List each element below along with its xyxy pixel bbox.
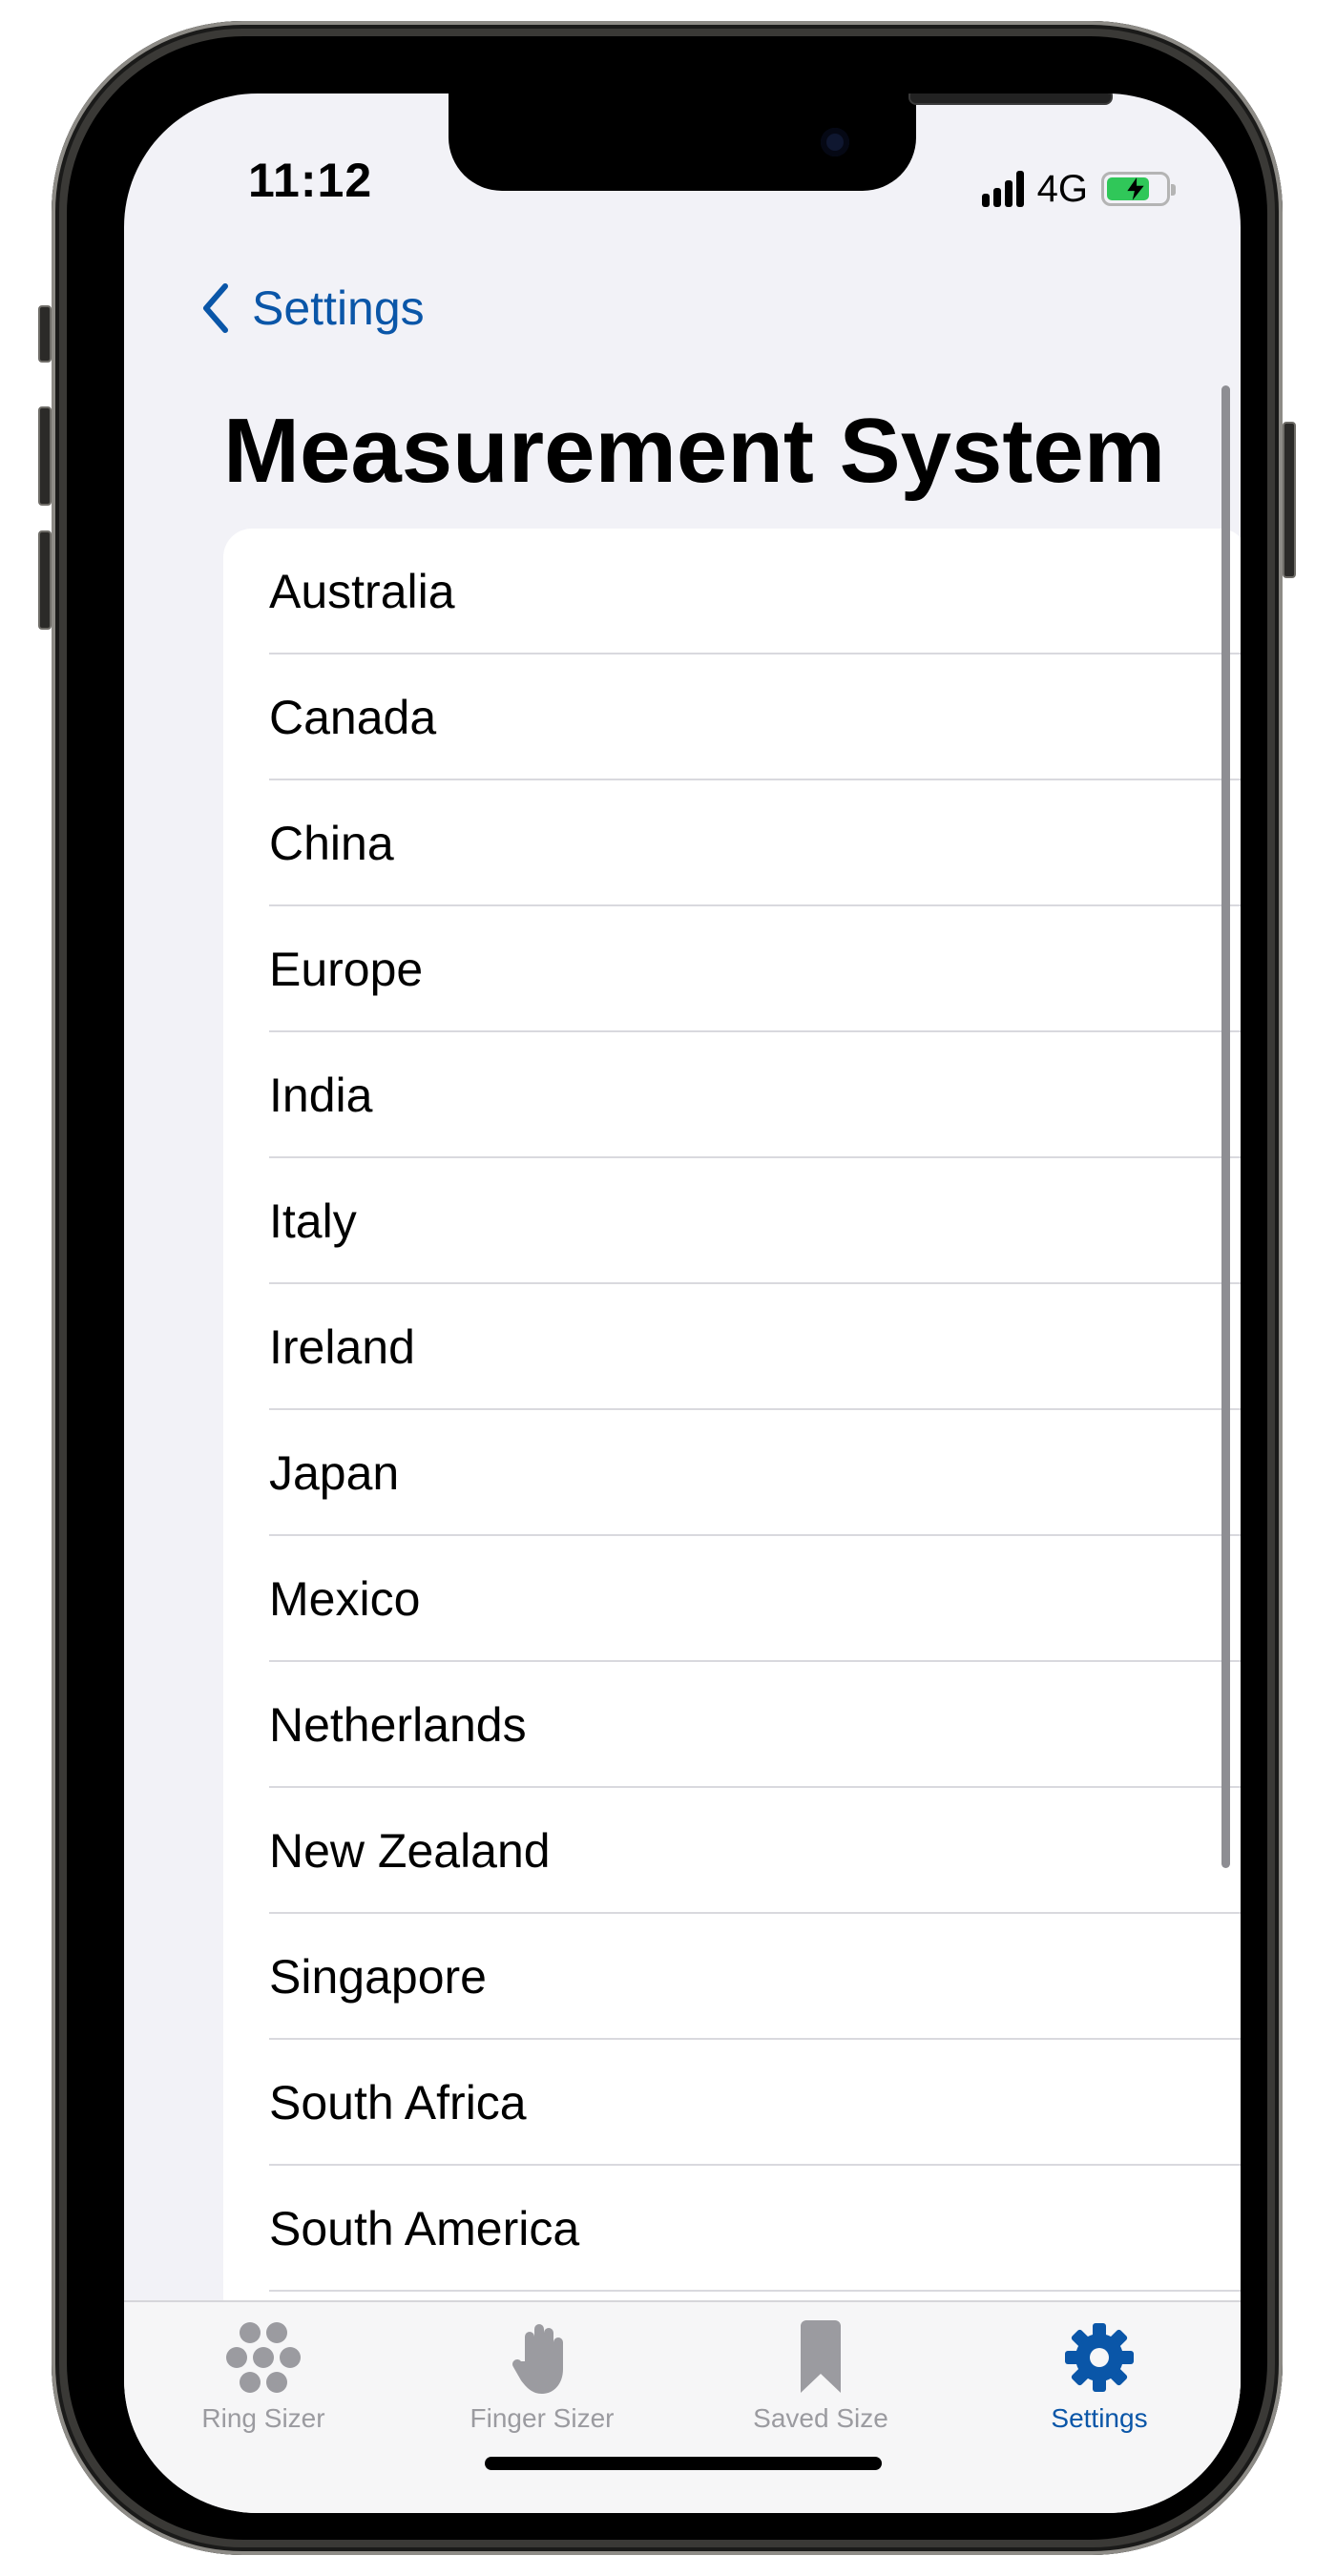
bookmark-icon bbox=[783, 2319, 859, 2396]
phone-frame: 11:12 4G Settings Measurement System Aus… bbox=[38, 21, 1296, 2555]
screen: 11:12 4G Settings Measurement System Aus… bbox=[124, 93, 1241, 2513]
status-indicators: 4G bbox=[981, 167, 1176, 210]
hand-icon bbox=[504, 2319, 580, 2396]
earpiece-speaker bbox=[908, 93, 1113, 105]
list-item-mexico[interactable]: Mexico bbox=[223, 1536, 1241, 1662]
scrollbar[interactable] bbox=[1221, 385, 1230, 1868]
list-item-new-zealand[interactable]: New Zealand bbox=[223, 1788, 1241, 1914]
list-item-singapore[interactable]: Singapore bbox=[223, 1914, 1241, 2040]
list-item-label: Singapore bbox=[269, 1950, 487, 2004]
back-button[interactable]: Settings bbox=[200, 280, 425, 336]
list-item-india[interactable]: India bbox=[223, 1032, 1241, 1158]
ring-circles-icon bbox=[225, 2319, 302, 2396]
list-item-australia[interactable]: Australia bbox=[223, 529, 1241, 654]
list-item-south-america[interactable]: South America bbox=[223, 2166, 1241, 2292]
page-title: Measurement System bbox=[223, 400, 1166, 502]
list-item-label: Netherlands bbox=[269, 1698, 527, 1752]
list-item-china[interactable]: China bbox=[223, 780, 1241, 906]
list-item-canada[interactable]: Canada bbox=[223, 654, 1241, 780]
list-item-label: Italy bbox=[269, 1195, 357, 1248]
bezel: 11:12 4G Settings Measurement System Aus… bbox=[67, 36, 1267, 2540]
battery-icon bbox=[1101, 172, 1176, 206]
notch bbox=[449, 93, 1113, 191]
list-item-label: Canada bbox=[269, 691, 437, 744]
list-item-label: Japan bbox=[269, 1446, 400, 1500]
list-item-italy[interactable]: Italy bbox=[223, 1158, 1241, 1284]
back-button-label: Settings bbox=[252, 281, 425, 335]
list-item-label: South America bbox=[269, 2202, 580, 2255]
list-item-label: India bbox=[269, 1069, 373, 1122]
tab-label: Finger Sizer bbox=[470, 2403, 615, 2433]
country-list: Australia Canada China Europe India Ital… bbox=[223, 529, 1241, 2437]
tab-label: Saved Size bbox=[753, 2403, 888, 2433]
tab-finger-sizer[interactable]: Finger Sizer bbox=[403, 2302, 681, 2455]
gear-icon bbox=[1061, 2319, 1138, 2396]
status-time: 11:12 bbox=[248, 154, 373, 207]
chevron-left-icon bbox=[203, 283, 228, 333]
list-item-japan[interactable]: Japan bbox=[223, 1410, 1241, 1536]
front-camera bbox=[821, 128, 849, 156]
list-item-label: Ireland bbox=[269, 1320, 415, 1374]
tab-label: Ring Sizer bbox=[201, 2403, 325, 2433]
tab-label: Settings bbox=[1051, 2403, 1148, 2433]
list-item-label: Europe bbox=[269, 943, 424, 996]
list-item-europe[interactable]: Europe bbox=[223, 906, 1241, 1032]
list-item-label: South Africa bbox=[269, 2076, 527, 2129]
tab-settings[interactable]: Settings bbox=[960, 2302, 1239, 2455]
list-item-south-africa[interactable]: South Africa bbox=[223, 2040, 1241, 2166]
tab-ring-sizer[interactable]: Ring Sizer bbox=[124, 2302, 403, 2455]
home-indicator[interactable] bbox=[485, 2457, 882, 2470]
list-item-netherlands[interactable]: Netherlands bbox=[223, 1662, 1241, 1788]
list-item-ireland[interactable]: Ireland bbox=[223, 1284, 1241, 1410]
charging-bolt-icon bbox=[1127, 177, 1144, 200]
power-button bbox=[1283, 422, 1296, 578]
network-type: 4G bbox=[1036, 167, 1088, 210]
list-item-label: Mexico bbox=[269, 1572, 421, 1626]
action-button bbox=[38, 305, 52, 363]
list-item-label: China bbox=[269, 817, 394, 870]
volume-down-button bbox=[38, 530, 52, 630]
list-item-label: Australia bbox=[269, 565, 455, 618]
list-item-label: New Zealand bbox=[269, 1824, 551, 1878]
tab-bar: Ring Sizer Finger Sizer Saved Size Setti… bbox=[124, 2300, 1241, 2513]
tab-saved-size[interactable]: Saved Size bbox=[681, 2302, 960, 2455]
volume-up-button bbox=[38, 406, 52, 506]
signal-strength-icon bbox=[981, 171, 1024, 207]
